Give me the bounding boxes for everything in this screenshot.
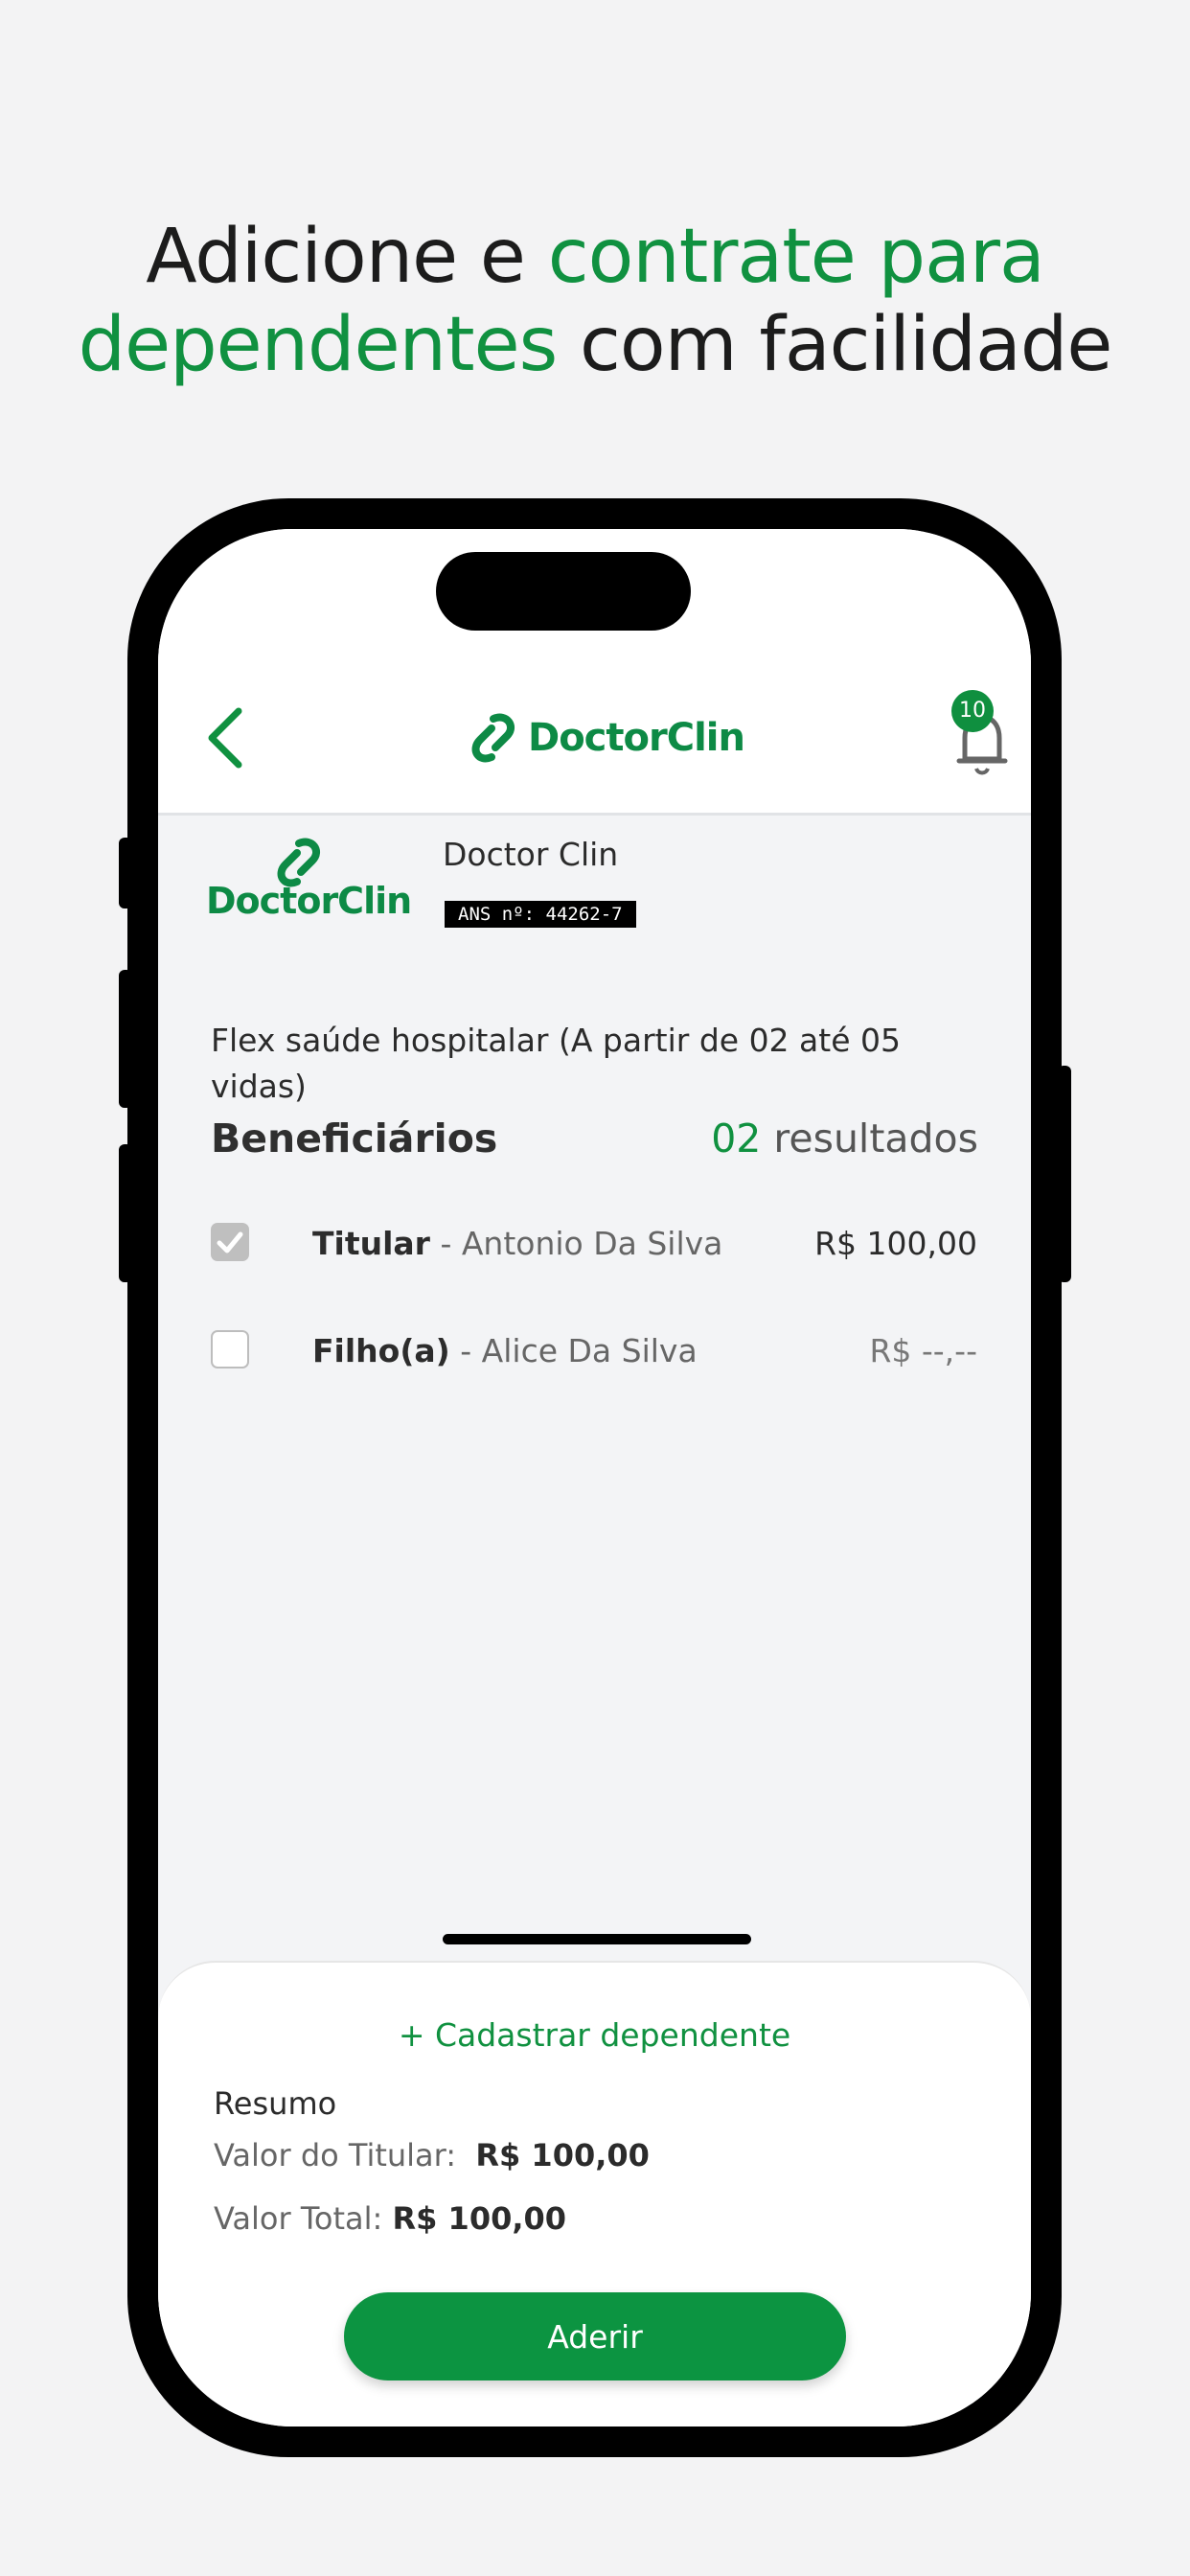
holder-name: Antonio Da Silva	[461, 1225, 723, 1262]
plan-title: Flex saúde hospitalar (A partir de 02 at…	[211, 1022, 901, 1105]
ans-registration-badge: ANS nº: 44262-7	[445, 901, 636, 928]
holder-value: R$ 100,00	[475, 2137, 650, 2174]
headline-part-4: com facilidade	[557, 302, 1112, 388]
check-icon	[217, 1231, 243, 1254]
holder-value-line: Valor do Titular: R$ 100,00	[214, 2137, 650, 2174]
headline-part-1: Adicione e	[146, 214, 548, 300]
results-number: 02	[711, 1116, 762, 1162]
dependent-checkbox[interactable]	[211, 1330, 249, 1368]
promo-headline: Adicione e contrate para dependentes com…	[0, 213, 1190, 389]
summary-title: Resumo	[214, 2085, 337, 2122]
total-value-line: Valor Total: R$ 100,00	[214, 2200, 566, 2237]
back-arrow-icon[interactable]	[196, 700, 263, 776]
beneficiary-row-holder[interactable]: Titular - Antonio Da Silva R$ 100,00	[211, 1215, 977, 1273]
dependent-role: Filho(a)	[312, 1332, 450, 1369]
dependent-label: Filho(a) - Alice Da Silva	[312, 1332, 698, 1369]
doctorclin-logo-mark-icon	[471, 713, 515, 763]
provider-logo-text: DoctorClin	[206, 880, 412, 922]
dependent-name: Alice Da Silva	[481, 1332, 698, 1369]
results-count: 02 resultados	[711, 1116, 978, 1162]
holder-label: Titular - Antonio Da Silva	[312, 1225, 722, 1262]
dependent-price: R$ --,--	[869, 1332, 977, 1369]
dependent-separator: -	[449, 1332, 482, 1369]
notification-count-badge: 10	[951, 690, 994, 732]
app-logo: DoctorClin	[469, 707, 745, 769]
submit-adherir-button[interactable]: Aderir	[344, 2292, 846, 2380]
add-dependent-link[interactable]: + Cadastrar dependente	[158, 2016, 1031, 2054]
total-value-label: Valor Total:	[214, 2200, 383, 2237]
phone-screen: DoctorClin 10 DoctorClin Doctor Clin ANS…	[158, 529, 1031, 2426]
phone-frame: DoctorClin 10 DoctorClin Doctor Clin ANS…	[127, 498, 1062, 2457]
holder-value-label: Valor do Titular:	[214, 2137, 457, 2174]
holder-price: R$ 100,00	[814, 1225, 977, 1262]
beneficiaries-title: Beneficiários	[211, 1116, 498, 1162]
total-value: R$ 100,00	[392, 2200, 567, 2237]
app-logo-text: DoctorClin	[528, 716, 745, 760]
dynamic-island	[436, 552, 691, 631]
holder-checkbox[interactable]	[211, 1223, 249, 1261]
results-suffix: resultados	[761, 1116, 978, 1162]
summary-sheet: + Cadastrar dependente Resumo Valor do T…	[158, 1961, 1031, 2426]
headline-part-2: contrate para	[547, 214, 1045, 300]
provider-logo: DoctorClin	[206, 836, 412, 941]
holder-role: Titular	[312, 1225, 430, 1262]
home-indicator	[443, 1934, 751, 1944]
holder-separator: -	[429, 1225, 462, 1262]
provider-name: Doctor Clin	[443, 836, 619, 873]
headline-part-3: dependentes	[78, 302, 559, 388]
beneficiary-row-dependent[interactable]: Filho(a) - Alice Da Silva R$ --,--	[211, 1322, 977, 1380]
